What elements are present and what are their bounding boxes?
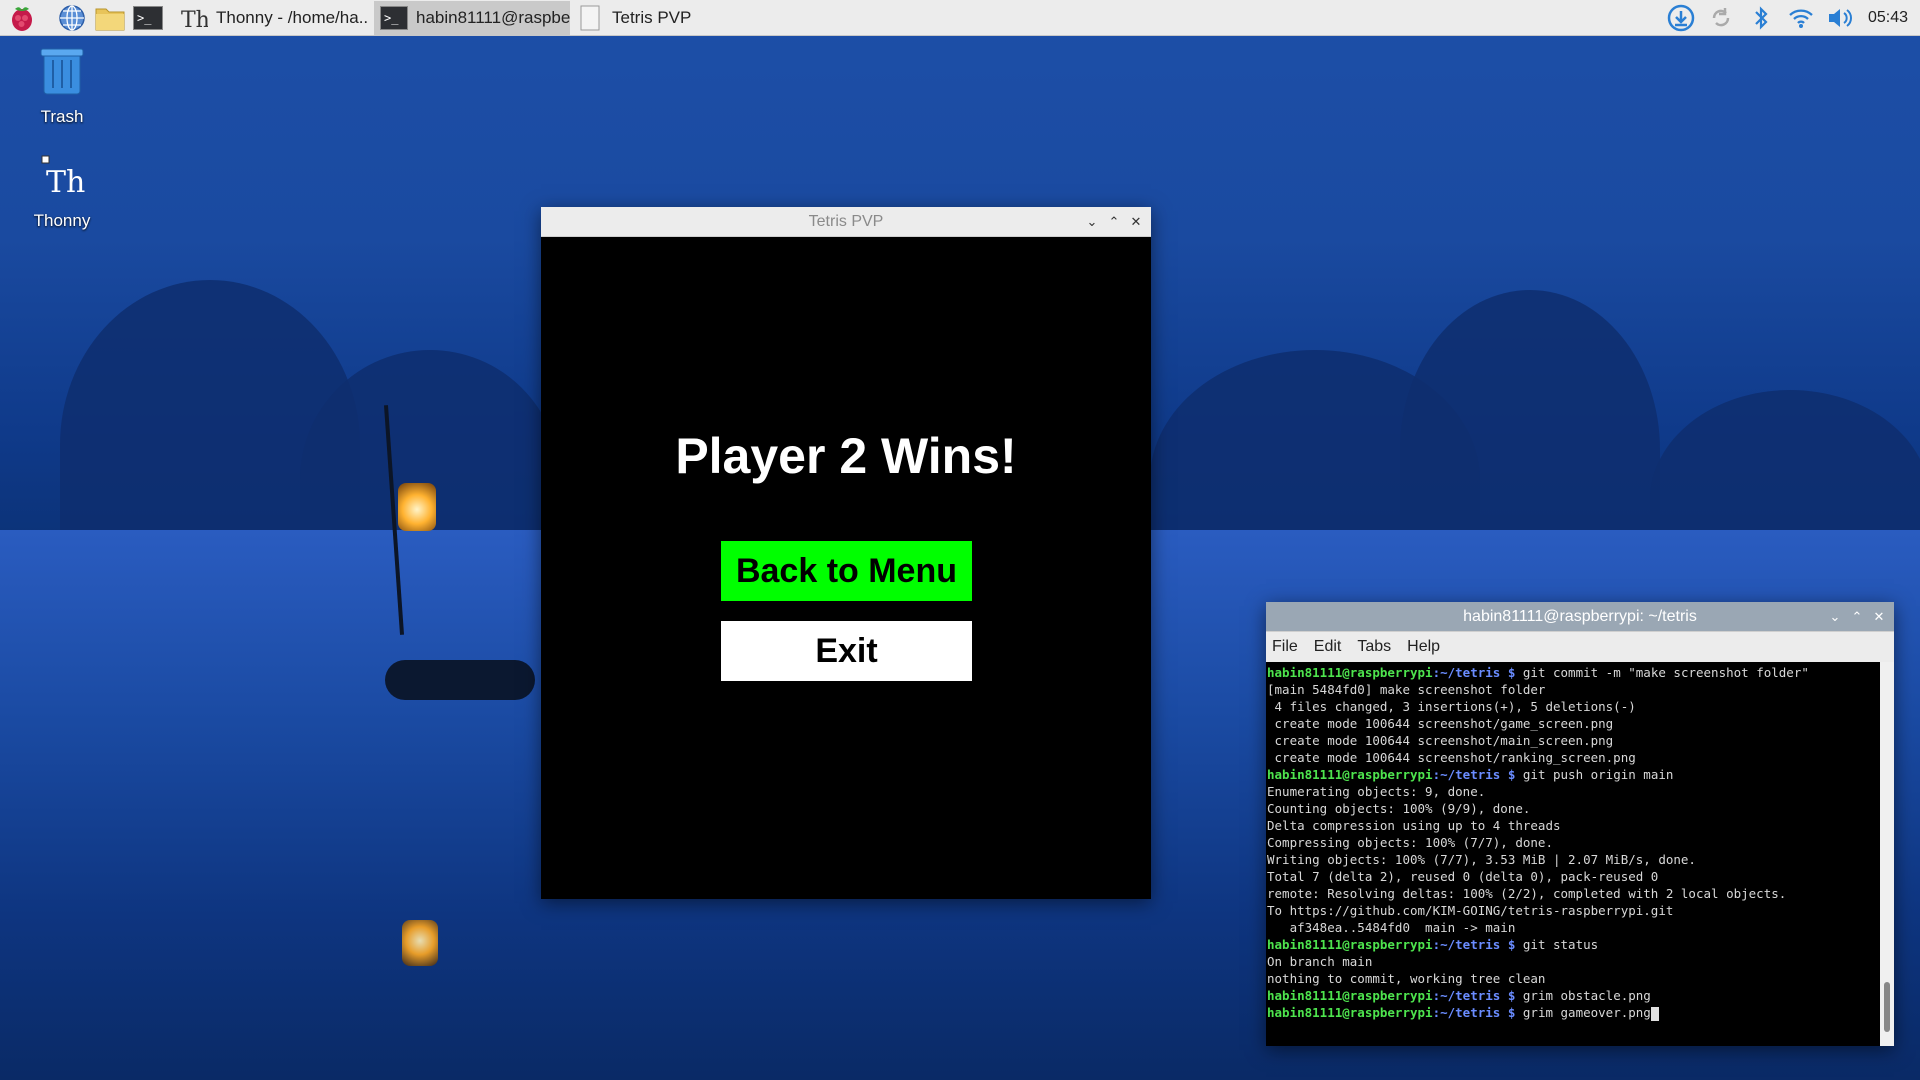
winner-heading: Player 2 Wins!	[675, 428, 1017, 484]
terminal-output-line: Counting objects: 100% (9/9), done.	[1267, 801, 1531, 816]
tetris-window: Tetris PVP ⌄ ⌃ ✕ Player 2 Wins! Back to …	[541, 207, 1151, 899]
terminal-output[interactable]: habin81111@raspberrypi:~/tetris $ git co…	[1266, 662, 1894, 1046]
scrollbar-thumb[interactable]	[1884, 982, 1890, 1032]
prompt-user: habin81111@raspberrypi	[1267, 767, 1433, 782]
desktop-icon-label: Trash	[40, 107, 84, 126]
task-tetris[interactable]: Tetris PVP	[570, 1, 700, 35]
prompt-path: :~/tetris $	[1432, 1005, 1516, 1020]
prompt-path: :~/tetris $	[1432, 937, 1516, 952]
terminal-output-line: Delta compression using up to 4 threads	[1267, 818, 1561, 833]
close-icon[interactable]: ✕	[1868, 606, 1890, 628]
prompt-user: habin81111@raspberrypi	[1267, 937, 1433, 952]
terminal-menubar: File Edit Tabs Help	[1266, 632, 1894, 662]
menu-help[interactable]: Help	[1407, 638, 1440, 656]
command-text: git status	[1515, 937, 1599, 952]
exit-button[interactable]: Exit	[721, 621, 972, 681]
terminal-output-line: Compressing objects: 100% (7/7), done.	[1267, 835, 1553, 850]
raspberry-menu-icon[interactable]	[6, 2, 38, 34]
command-text: grim obstacle.png	[1515, 988, 1651, 1003]
svg-text:Th: Th	[46, 165, 85, 200]
desktop-icon-thonny[interactable]: Th Thonny	[12, 152, 112, 231]
terminal-output-line: On branch main	[1267, 954, 1373, 969]
system-tray: 05:43	[1664, 0, 1920, 36]
terminal-output-line: remote: Resolving deltas: 100% (2/2), co…	[1267, 886, 1787, 901]
task-label: Thonny - /home/ha..	[216, 7, 369, 27]
thonny-icon: Th	[180, 5, 208, 31]
terminal-output-line: 4 files changed, 3 insertions(+), 5 dele…	[1267, 699, 1636, 714]
text-cursor	[1650, 1006, 1659, 1021]
terminal-lines: habin81111@raspberrypi:~/tetris $ git co…	[1266, 664, 1894, 1021]
terminal-launcher-icon[interactable]: >_	[132, 2, 164, 34]
svg-text:Th: Th	[181, 8, 208, 31]
prompt-path: :~/tetris $	[1432, 767, 1516, 782]
terminal-command-line: habin81111@raspberrypi:~/tetris $ grim g…	[1267, 1004, 1894, 1021]
sync-icon[interactable]	[1704, 1, 1738, 35]
window-title: habin81111@raspberrypi: ~/tetris	[1463, 607, 1697, 625]
command-text: grim gameover.png	[1515, 1005, 1651, 1020]
maximize-icon[interactable]: ⌃	[1103, 211, 1125, 233]
back-to-menu-button[interactable]: Back to Menu	[721, 541, 972, 601]
minimize-icon[interactable]: ⌄	[1081, 211, 1103, 233]
window-title: Tetris PVP	[808, 212, 884, 230]
menu-edit[interactable]: Edit	[1314, 638, 1342, 656]
thonny-icon: Th	[41, 155, 85, 200]
menu-file[interactable]: File	[1272, 638, 1298, 656]
close-icon[interactable]: ✕	[1125, 211, 1147, 233]
command-text: git push origin main	[1515, 767, 1674, 782]
terminal-command-line: habin81111@raspberrypi:~/tetris $ grim o…	[1267, 987, 1894, 1004]
terminal-icon: >_	[380, 5, 408, 31]
taskbar: >_ Th Thonny - /home/ha.. >_ habin81111@…	[0, 0, 1920, 36]
task-label: habin81111@raspbe..	[416, 7, 570, 27]
terminal-output-line: Total 7 (delta 2), reused 0 (delta 0), p…	[1267, 869, 1659, 884]
desktop-icon-label: Thonny	[33, 211, 91, 230]
terminal-output-line: create mode 100644 screenshot/ranking_sc…	[1267, 750, 1636, 765]
bluetooth-icon[interactable]	[1744, 1, 1778, 35]
wifi-icon[interactable]	[1784, 1, 1818, 35]
task-thonny[interactable]: Th Thonny - /home/ha..	[174, 1, 374, 35]
terminal-command-line: habin81111@raspberrypi:~/tetris $ git st…	[1267, 936, 1894, 953]
prompt-user: habin81111@raspberrypi	[1267, 988, 1433, 1003]
trash-icon	[40, 48, 84, 95]
desktop-icon-trash[interactable]: Trash	[12, 44, 112, 127]
prompt-user: habin81111@raspberrypi	[1267, 665, 1433, 680]
prompt-user: habin81111@raspberrypi	[1267, 1005, 1433, 1020]
menu-tabs[interactable]: Tabs	[1357, 638, 1391, 656]
game-canvas: Player 2 Wins! Back to Menu Exit	[541, 237, 1151, 899]
terminal-output-line: af348ea..5484fd0 main -> main	[1267, 920, 1516, 935]
window-titlebar[interactable]: habin81111@raspberrypi: ~/tetris ⌄ ⌃ ✕	[1266, 602, 1894, 632]
web-browser-icon[interactable]	[56, 2, 88, 34]
terminal-output-line: nothing to commit, working tree clean	[1267, 971, 1546, 986]
terminal-output-line: create mode 100644 screenshot/game_scree…	[1267, 716, 1614, 731]
terminal-output-line: create mode 100644 screenshot/main_scree…	[1267, 733, 1614, 748]
terminal-window: habin81111@raspberrypi: ~/tetris ⌄ ⌃ ✕ F…	[1266, 602, 1894, 1046]
task-terminal[interactable]: >_ habin81111@raspbe..	[374, 0, 570, 35]
file-manager-icon[interactable]	[94, 2, 126, 34]
terminal-command-line: habin81111@raspberrypi:~/tetris $ git co…	[1267, 664, 1894, 681]
window-titlebar[interactable]: Tetris PVP ⌄ ⌃ ✕	[541, 207, 1151, 237]
minimize-icon[interactable]: ⌄	[1824, 606, 1846, 628]
maximize-icon[interactable]: ⌃	[1846, 606, 1868, 628]
terminal-output-line: To https://github.com/KIM-GOING/tetris-r…	[1267, 903, 1674, 918]
prompt-path: :~/tetris $	[1432, 988, 1516, 1003]
command-text: git commit -m "make screenshot folder"	[1515, 665, 1809, 680]
clock[interactable]: 05:43	[1868, 9, 1908, 27]
update-download-icon[interactable]	[1664, 1, 1698, 35]
terminal-output-line: [main 5484fd0] make screenshot folder	[1267, 682, 1546, 697]
volume-icon[interactable]	[1824, 1, 1858, 35]
window-icon	[576, 5, 604, 31]
terminal-output-line: Enumerating objects: 9, done.	[1267, 784, 1486, 799]
scrollbar[interactable]	[1880, 662, 1894, 1046]
task-label: Tetris PVP	[612, 7, 692, 27]
terminal-command-line: habin81111@raspberrypi:~/tetris $ git pu…	[1267, 766, 1894, 783]
prompt-path: :~/tetris $	[1432, 665, 1516, 680]
terminal-output-line: Writing objects: 100% (7/7), 3.53 MiB | …	[1267, 852, 1696, 867]
